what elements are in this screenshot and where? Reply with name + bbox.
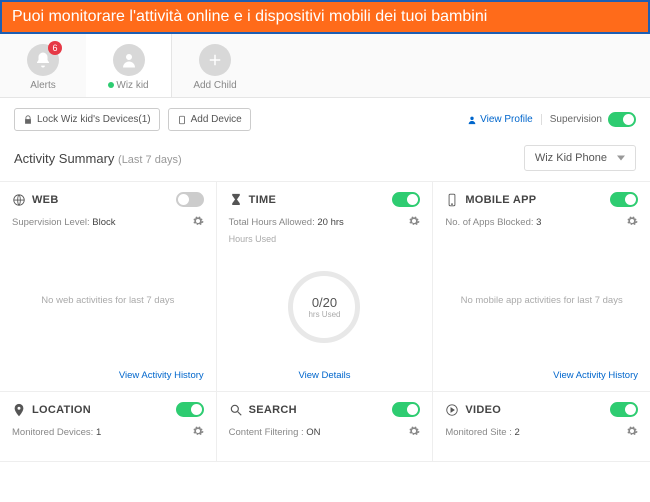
card-mobile-app: MOBILE APP No. of Apps Blocked: 3 No mob… bbox=[433, 182, 650, 392]
tab-label: Alerts bbox=[0, 80, 86, 91]
tab-label: Add Child bbox=[172, 80, 258, 91]
view-details-link[interactable]: View Details bbox=[229, 370, 421, 381]
tab-add-child[interactable]: Add Child bbox=[172, 34, 258, 97]
time-toggle[interactable] bbox=[392, 192, 420, 207]
mobile-toggle[interactable] bbox=[610, 192, 638, 207]
status-dot-icon bbox=[108, 82, 114, 88]
search-toggle[interactable] bbox=[392, 402, 420, 417]
hourglass-icon bbox=[229, 193, 243, 207]
device-icon bbox=[177, 115, 187, 125]
card-video: VIDEO Monitored Site : 2 bbox=[433, 392, 650, 462]
summary-title: Activity Summary (Last 7 days) bbox=[14, 151, 182, 166]
card-search: SEARCH Content Filtering : ON bbox=[217, 392, 434, 462]
video-icon bbox=[445, 403, 459, 417]
device-select[interactable]: Wiz Kid Phone bbox=[524, 145, 636, 171]
toolbar: Lock Wiz kid's Devices(1) Add Device Vie… bbox=[0, 98, 650, 141]
add-device-button[interactable]: Add Device bbox=[168, 108, 251, 131]
banner: Puoi monitorare l'attività online e i di… bbox=[0, 0, 650, 34]
search-icon bbox=[229, 403, 243, 417]
summary-header: Activity Summary (Last 7 days) Wiz Kid P… bbox=[0, 141, 650, 181]
view-activity-link[interactable]: View Activity History bbox=[445, 370, 638, 381]
card-title: WEB bbox=[32, 194, 59, 206]
location-toggle[interactable] bbox=[176, 402, 204, 417]
card-time: TIME Total Hours Allowed: 20 hrs Hours U… bbox=[217, 182, 434, 392]
lock-devices-button[interactable]: Lock Wiz kid's Devices(1) bbox=[14, 108, 160, 131]
card-web: WEB Supervision Level: Block No web acti… bbox=[0, 182, 217, 392]
view-activity-link[interactable]: View Activity History bbox=[12, 370, 204, 381]
card-title: LOCATION bbox=[32, 404, 91, 416]
card-title: VIDEO bbox=[465, 404, 501, 416]
card-location: LOCATION Monitored Devices: 1 bbox=[0, 392, 217, 462]
globe-icon bbox=[12, 193, 26, 207]
time-donut: 0/20 hrs Used bbox=[288, 271, 360, 343]
tab-child[interactable]: Wiz kid bbox=[86, 34, 172, 97]
supervision-toggle[interactable] bbox=[608, 112, 636, 127]
view-profile-link[interactable]: View Profile bbox=[467, 114, 533, 125]
tabs: 6 Alerts Wiz kid Add Child bbox=[0, 34, 650, 98]
card-title: TIME bbox=[249, 194, 276, 206]
card-body: No mobile app activities for last 7 days bbox=[445, 230, 638, 370]
tab-alerts[interactable]: 6 Alerts bbox=[0, 34, 86, 97]
gear-icon[interactable] bbox=[408, 425, 420, 440]
cards-grid: WEB Supervision Level: Block No web acti… bbox=[0, 181, 650, 462]
plus-icon bbox=[199, 44, 231, 76]
hours-used-label: Hours Used bbox=[229, 234, 421, 244]
alerts-badge: 6 bbox=[48, 41, 62, 55]
gear-icon[interactable] bbox=[408, 215, 420, 230]
tab-label: Wiz kid bbox=[86, 80, 171, 91]
gear-icon[interactable] bbox=[626, 215, 638, 230]
mobile-icon bbox=[445, 193, 459, 207]
avatar-icon bbox=[113, 44, 145, 76]
web-toggle[interactable] bbox=[176, 192, 204, 207]
gear-icon[interactable] bbox=[626, 425, 638, 440]
lock-icon bbox=[23, 115, 33, 125]
gear-icon[interactable] bbox=[192, 215, 204, 230]
video-toggle[interactable] bbox=[610, 402, 638, 417]
user-icon bbox=[467, 115, 477, 125]
gear-icon[interactable] bbox=[192, 425, 204, 440]
card-body: No web activities for last 7 days bbox=[12, 230, 204, 370]
supervision-control: Supervision bbox=[541, 112, 636, 127]
card-title: SEARCH bbox=[249, 404, 297, 416]
bell-icon: 6 bbox=[27, 44, 59, 76]
card-title: MOBILE APP bbox=[465, 194, 536, 206]
pin-icon bbox=[12, 403, 26, 417]
